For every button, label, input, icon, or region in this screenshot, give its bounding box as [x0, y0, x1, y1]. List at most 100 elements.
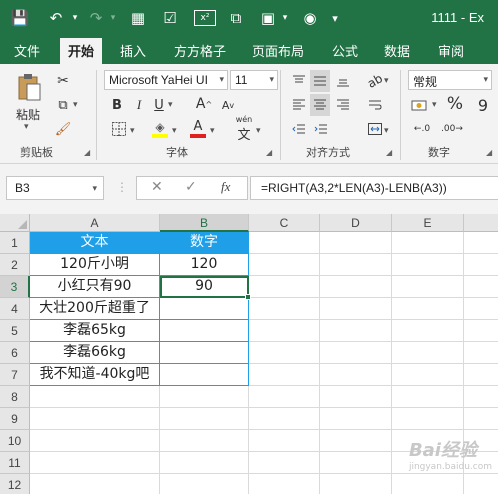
- name-box[interactable]: B3 ▾: [6, 176, 104, 200]
- font-color-button[interactable]: A: [188, 118, 208, 140]
- empty-cell[interactable]: [320, 276, 392, 298]
- underline-dropdown-icon[interactable]: ▾: [168, 100, 173, 110]
- underline-button[interactable]: U: [152, 96, 166, 114]
- empty-cell[interactable]: [464, 298, 498, 320]
- row-header-1[interactable]: 1: [0, 232, 30, 254]
- cell-a7[interactable]: 我不知道-40kg吧: [30, 364, 160, 386]
- tab-fangfang[interactable]: 方方格子: [174, 41, 226, 60]
- cell-a5[interactable]: 李磊65kg: [30, 320, 160, 342]
- undo-dropdown-icon[interactable]: ▾: [70, 6, 80, 30]
- column-header-b[interactable]: B: [160, 214, 249, 232]
- undo-icon[interactable]: ↶: [46, 6, 66, 30]
- empty-cell[interactable]: [464, 342, 498, 364]
- align-middle-icon[interactable]: [310, 70, 330, 92]
- empty-cell[interactable]: [320, 408, 392, 430]
- cell-a3[interactable]: 小红只有90: [30, 276, 160, 298]
- cell-b5[interactable]: [160, 320, 249, 342]
- row-header-3[interactable]: 3: [0, 276, 30, 298]
- customize-qat-icon[interactable]: ▾: [330, 6, 340, 30]
- tab-page-layout[interactable]: 页面布局: [252, 41, 304, 60]
- empty-cell[interactable]: [320, 452, 392, 474]
- orientation-dropdown-icon[interactable]: ▾: [384, 76, 389, 86]
- wrap-text-icon[interactable]: [366, 96, 384, 114]
- redo-dropdown-icon[interactable]: ▾: [108, 6, 118, 30]
- empty-cell[interactable]: [320, 342, 392, 364]
- cell-a1[interactable]: 文本: [30, 232, 160, 254]
- worksheet-grid[interactable]: A B C D E 1 2 3 4 5 6 7 8 9 10 11 12 文本 …: [0, 214, 498, 494]
- empty-cell[interactable]: [249, 386, 320, 408]
- empty-cell[interactable]: [464, 276, 498, 298]
- empty-cell[interactable]: [392, 276, 464, 298]
- tab-file[interactable]: 文件: [14, 41, 40, 60]
- increase-indent-icon[interactable]: [312, 120, 330, 138]
- select-all-button[interactable]: [0, 214, 30, 232]
- empty-cell[interactable]: [392, 232, 464, 254]
- font-launcher-icon[interactable]: ◢: [266, 148, 272, 157]
- empty-cell[interactable]: [30, 408, 160, 430]
- empty-cell[interactable]: [30, 452, 160, 474]
- tab-home[interactable]: 开始: [60, 38, 103, 64]
- cell-a2[interactable]: 120斤小明: [30, 254, 160, 276]
- empty-cell[interactable]: [249, 232, 320, 254]
- cell-b4[interactable]: [160, 298, 249, 320]
- empty-cell[interactable]: [30, 474, 160, 494]
- bold-button[interactable]: B: [110, 96, 124, 114]
- empty-cell[interactable]: [392, 342, 464, 364]
- empty-cell[interactable]: [160, 430, 249, 452]
- cell-a6[interactable]: 李磊66kg: [30, 342, 160, 364]
- empty-cell[interactable]: [320, 474, 392, 494]
- cell-b1[interactable]: 数字: [160, 232, 249, 254]
- empty-cell[interactable]: [160, 452, 249, 474]
- cell-b6[interactable]: [160, 342, 249, 364]
- row-header-4[interactable]: 4: [0, 298, 30, 320]
- screen-dropdown-icon[interactable]: ▾: [280, 6, 290, 30]
- phonetic-dropdown-icon[interactable]: ▾: [256, 126, 261, 136]
- superscript-icon[interactable]: x²: [194, 10, 216, 26]
- copy-icon[interactable]: ⧉: [54, 96, 72, 114]
- row-header-6[interactable]: 6: [0, 342, 30, 364]
- empty-cell[interactable]: [320, 364, 392, 386]
- borders-dropdown-icon[interactable]: ▾: [130, 126, 135, 136]
- empty-cell[interactable]: [392, 386, 464, 408]
- number-launcher-icon[interactable]: ◢: [486, 148, 492, 157]
- row-header-9[interactable]: 9: [0, 408, 30, 430]
- number-format-select[interactable]: 常规 ▾: [408, 70, 492, 90]
- paste-dropdown-icon[interactable]: ▾: [24, 122, 29, 132]
- empty-cell[interactable]: [160, 408, 249, 430]
- empty-cell[interactable]: [160, 386, 249, 408]
- cancel-icon[interactable]: ✕: [151, 179, 163, 195]
- font-size-select[interactable]: 11 ▾: [230, 70, 278, 90]
- row-header-2[interactable]: 2: [0, 254, 30, 276]
- cell-a4[interactable]: 大壮200斤超重了: [30, 298, 160, 320]
- accounting-format-icon[interactable]: [410, 96, 430, 114]
- empty-cell[interactable]: [249, 342, 320, 364]
- column-header-c[interactable]: C: [249, 214, 320, 232]
- italic-button[interactable]: I: [132, 96, 146, 114]
- form-icon[interactable]: ▦: [128, 6, 148, 30]
- tab-insert[interactable]: 插入: [120, 41, 146, 60]
- format-painter-icon[interactable]: 🖌: [54, 120, 72, 138]
- empty-cell[interactable]: [392, 364, 464, 386]
- empty-cell[interactable]: [320, 232, 392, 254]
- redo-icon[interactable]: ↷: [86, 6, 106, 30]
- empty-cell[interactable]: [392, 254, 464, 276]
- column-header-a[interactable]: A: [30, 214, 160, 232]
- percent-button[interactable]: %: [446, 94, 464, 114]
- row-header-5[interactable]: 5: [0, 320, 30, 342]
- tab-formulas[interactable]: 公式: [332, 41, 358, 60]
- empty-cell[interactable]: [320, 254, 392, 276]
- column-header-e[interactable]: E: [392, 214, 464, 232]
- alignment-launcher-icon[interactable]: ◢: [386, 148, 392, 157]
- empty-cell[interactable]: [464, 254, 498, 276]
- checkbox-icon[interactable]: ☑: [160, 6, 180, 30]
- clipboard-launcher-icon[interactable]: ◢: [84, 148, 90, 157]
- fill-handle[interactable]: [245, 294, 251, 300]
- empty-cell[interactable]: [249, 430, 320, 452]
- column-header-d[interactable]: D: [320, 214, 392, 232]
- row-header-7[interactable]: 7: [0, 364, 30, 386]
- row-header-11[interactable]: 11: [0, 452, 30, 474]
- empty-cell[interactable]: [320, 298, 392, 320]
- decrease-decimal-icon[interactable]: .00→: [440, 120, 464, 138]
- empty-cell[interactable]: [320, 386, 392, 408]
- align-center-icon[interactable]: [310, 94, 330, 116]
